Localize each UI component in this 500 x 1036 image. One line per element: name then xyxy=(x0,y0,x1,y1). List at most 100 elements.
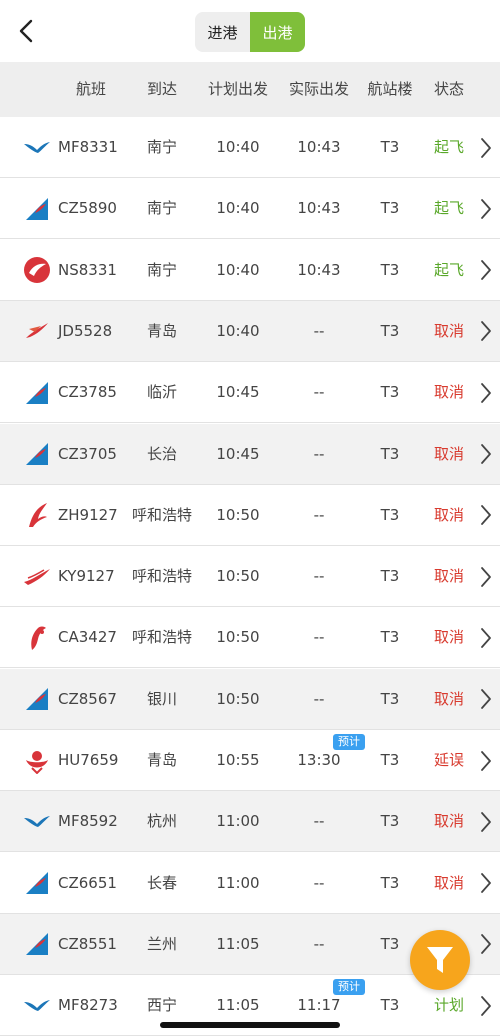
actual-departure: 10:43 xyxy=(297,199,341,218)
row-arrow[interactable] xyxy=(474,240,498,301)
chevron-right-icon xyxy=(481,444,491,464)
airline-logo-icon xyxy=(20,853,54,914)
filter-button[interactable] xyxy=(410,930,470,990)
home-indicator xyxy=(160,1022,340,1028)
destination: 长治 xyxy=(146,444,177,463)
airline-logo-icon xyxy=(20,914,54,975)
row-arrow[interactable] xyxy=(474,975,498,1036)
flight-row[interactable]: CZ3785 临沂 10:45 -- T3 取消 xyxy=(0,362,500,424)
flight-number: HU7659 xyxy=(58,751,119,769)
back-icon[interactable] xyxy=(14,18,40,44)
planned-departure: 11:00 xyxy=(216,873,260,892)
row-arrow[interactable] xyxy=(474,914,498,975)
header-plan: 计划出发 xyxy=(207,80,268,98)
flight-row[interactable]: CA3427 呼和浩特 10:50 -- T3 取消 xyxy=(0,607,500,669)
actual-departure: -- xyxy=(313,934,325,953)
flight-row[interactable]: CZ5890 南宁 10:40 10:43 T3 起飞 xyxy=(0,178,500,240)
destination: 银川 xyxy=(146,689,177,708)
chevron-right-icon xyxy=(481,873,491,893)
row-arrow[interactable] xyxy=(474,362,498,423)
flight-row[interactable]: JD5528 青岛 10:40 -- T3 取消 xyxy=(0,300,500,362)
header-terminal: 航站楼 xyxy=(367,80,413,98)
destination: 临沂 xyxy=(146,383,177,402)
airline-logo-icon xyxy=(20,424,54,485)
chevron-right-icon xyxy=(481,505,491,526)
planned-departure: 11:00 xyxy=(216,812,260,831)
flight-number: MF8592 xyxy=(58,812,118,831)
actual-departure: -- xyxy=(313,628,325,647)
planned-departure: 10:50 xyxy=(216,567,260,586)
flight-row[interactable]: ZH9127 呼和浩特 10:50 -- T3 取消 xyxy=(0,485,500,546)
chevron-right-icon xyxy=(481,811,491,832)
row-arrow[interactable] xyxy=(474,669,498,730)
actual-departure: -- xyxy=(313,444,325,463)
terminal: T3 xyxy=(380,567,400,586)
status-label: 取消 xyxy=(433,873,464,892)
status-label: 起飞 xyxy=(433,138,464,156)
chevron-right-icon xyxy=(481,321,491,342)
airline-logo-icon xyxy=(20,975,54,1036)
row-arrow[interactable] xyxy=(474,546,498,607)
row-arrow[interactable] xyxy=(474,301,498,362)
flight-number: CA3427 xyxy=(58,628,117,647)
terminal: T3 xyxy=(380,812,400,831)
chevron-right-icon xyxy=(481,382,491,403)
flight-row[interactable]: MF8331 南宁 10:40 10:43 T3 起飞 xyxy=(0,117,500,178)
chevron-right-icon xyxy=(481,689,491,710)
tab-departures[interactable]: 出港 xyxy=(250,12,305,52)
flight-row[interactable]: CZ8567 银川 10:50 -- T3 取消 xyxy=(0,668,500,730)
nav-bar: 进港 出港 xyxy=(0,0,500,62)
destination: 呼和浩特 xyxy=(131,628,192,647)
destination: 南宁 xyxy=(146,138,177,156)
status-label: 取消 xyxy=(433,812,464,831)
chevron-right-icon xyxy=(481,934,491,955)
direction-switch: 进港 出港 xyxy=(195,12,305,52)
row-arrow[interactable] xyxy=(474,791,498,852)
planned-departure: 10:50 xyxy=(216,628,260,647)
flight-number: CZ3705 xyxy=(58,444,117,463)
status-label: 取消 xyxy=(433,505,464,524)
row-arrow[interactable] xyxy=(474,424,498,485)
status-label: 取消 xyxy=(433,628,464,647)
status-label: 取消 xyxy=(433,689,464,708)
flight-row[interactable]: CZ6651 长春 11:00 -- T3 取消 xyxy=(0,853,500,914)
chevron-right-icon xyxy=(481,995,491,1016)
flight-row[interactable]: KY9127 呼和浩特 10:50 -- T3 取消 xyxy=(0,546,500,608)
airline-logo-icon xyxy=(20,362,54,423)
planned-departure: 10:50 xyxy=(216,505,260,524)
chevron-right-icon xyxy=(481,260,491,280)
header-dest: 到达 xyxy=(146,80,177,98)
flight-row[interactable]: HU7659 青岛 10:55 13:30 T3 延误 预计 xyxy=(0,730,500,791)
flight-row[interactable]: NS8331 南宁 10:40 10:43 T3 起飞 xyxy=(0,240,500,301)
tab-arrivals[interactable]: 进港 xyxy=(195,12,250,52)
actual-departure: -- xyxy=(313,873,325,892)
flight-number: ZH9127 xyxy=(58,505,118,524)
row-arrow[interactable] xyxy=(474,178,498,239)
destination: 呼和浩特 xyxy=(131,567,192,586)
flight-row[interactable]: MF8592 杭州 11:00 -- T3 取消 xyxy=(0,791,500,853)
airline-logo-icon xyxy=(20,178,54,239)
airline-logo-icon xyxy=(20,240,54,301)
flight-row[interactable]: CZ3705 长治 10:45 -- T3 取消 xyxy=(0,423,500,485)
destination: 杭州 xyxy=(146,812,177,831)
chevron-right-icon xyxy=(481,627,491,648)
airline-logo-icon xyxy=(20,791,54,852)
flight-number: MF8273 xyxy=(58,996,118,1015)
planned-departure: 10:55 xyxy=(216,751,260,769)
planned-departure: 11:05 xyxy=(216,934,260,953)
row-arrow[interactable] xyxy=(474,853,498,914)
terminal: T3 xyxy=(380,751,400,769)
row-arrow[interactable] xyxy=(474,485,498,546)
terminal: T3 xyxy=(380,321,400,340)
actual-departure: -- xyxy=(313,567,325,586)
airline-logo-icon xyxy=(20,301,54,362)
row-arrow[interactable] xyxy=(474,117,498,178)
destination: 兰州 xyxy=(146,934,177,953)
row-arrow[interactable] xyxy=(474,607,498,668)
destination: 南宁 xyxy=(146,260,177,279)
terminal: T3 xyxy=(380,444,400,463)
estimate-tag: 预计 xyxy=(333,979,365,996)
actual-departure: -- xyxy=(313,812,325,831)
row-arrow[interactable] xyxy=(474,730,498,791)
flight-number: NS8331 xyxy=(58,260,117,279)
